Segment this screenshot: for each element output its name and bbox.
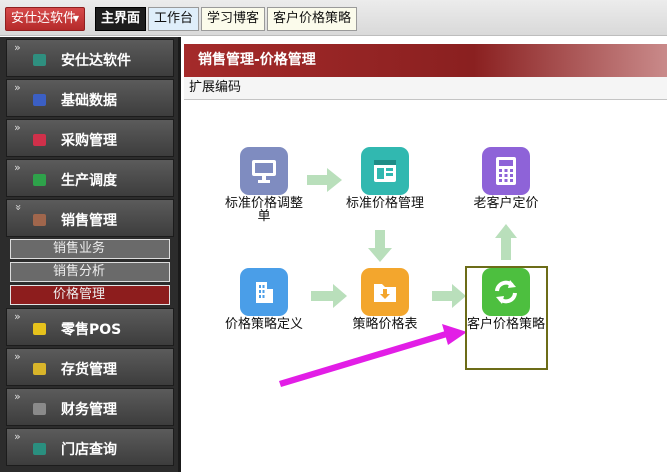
chevron-double-right-icon: » xyxy=(14,161,21,174)
calculator-icon xyxy=(482,147,530,195)
module-icon xyxy=(33,134,46,146)
main-content: 销售管理-价格管理 扩展编码 标准价格调整单 标准价格管理 老客户定价 价格策略… xyxy=(184,44,667,472)
sidebar-item-label: 基础数据 xyxy=(61,93,117,109)
tab-home[interactable]: 主界面 xyxy=(95,7,147,31)
sidebar-item-purchase[interactable]: » 采购管理 xyxy=(6,119,174,157)
submenu-item-sales-business[interactable]: 销售业务 xyxy=(10,239,170,259)
sidebar: » 安仕达软件 » 基础数据 » 采购管理 » 生产调度 » 销售管理 销售业务… xyxy=(0,37,181,472)
flow-canvas: 标准价格调整单 标准价格管理 老客户定价 价格策略定义 策略价格表 客户价格策略 xyxy=(184,100,667,472)
sidebar-item-label: 销售管理 xyxy=(61,213,117,229)
tab-customer-price-strategy[interactable]: 客户价格策略 xyxy=(267,7,358,31)
flow-node-label: 策略价格表 xyxy=(352,317,418,332)
module-icon xyxy=(33,174,46,186)
sidebar-item-retail-pos[interactable]: » 零售POS xyxy=(6,308,174,346)
sidebar-item-label: 生产调度 xyxy=(61,173,117,189)
module-icon xyxy=(33,403,46,415)
chevron-double-right-icon: » xyxy=(14,121,21,134)
chevron-double-down-icon: » xyxy=(11,204,25,211)
chevron-double-right-icon: » xyxy=(14,390,21,403)
sidebar-item-label: 安仕达软件 xyxy=(61,53,131,69)
flow-node-label: 标准价格调整单 xyxy=(224,196,303,224)
flow-node-strategy-price-table[interactable]: 策略价格表 xyxy=(345,268,425,331)
tab-bar: 主界面 工作台 学习博客 客户价格策略 xyxy=(95,7,359,32)
arrow-down-icon xyxy=(368,230,392,262)
flow-node-label: 标准价格管理 xyxy=(345,196,424,211)
sidebar-item-label: 零售POS xyxy=(61,322,122,338)
sidebar-item-finance[interactable]: » 财务管理 xyxy=(6,388,174,426)
module-icon xyxy=(33,323,46,335)
module-icon xyxy=(33,94,46,106)
flow-node-standard-price-adjustment[interactable]: 标准价格调整单 xyxy=(224,147,304,223)
sidebar-item-inventory[interactable]: » 存货管理 xyxy=(6,348,174,386)
arrow-right-icon xyxy=(432,284,466,308)
arrow-right-icon xyxy=(311,284,347,308)
chevron-double-right-icon: » xyxy=(14,81,21,94)
flow-node-label: 价格策略定义 xyxy=(224,317,303,332)
sidebar-item-production[interactable]: » 生产调度 xyxy=(6,159,174,197)
sidebar-item-store-query[interactable]: » 门店查询 xyxy=(6,428,174,466)
chevron-double-right-icon: » xyxy=(14,430,21,443)
submenu-item-price-management[interactable]: 价格管理 xyxy=(10,285,170,305)
flow-node-old-customer-pricing[interactable]: 老客户定价 xyxy=(466,147,546,210)
module-icon xyxy=(33,214,46,226)
tab-learning-blog[interactable]: 学习博客 xyxy=(201,7,266,31)
tab-workbench[interactable]: 工作台 xyxy=(148,7,200,31)
chevron-double-right-icon: » xyxy=(14,41,21,54)
app-menu-button[interactable]: 安仕达软件 ▼ xyxy=(5,7,85,31)
sales-submenu: 销售业务 销售分析 价格管理 xyxy=(10,239,170,305)
panel-title: 销售管理-价格管理 xyxy=(184,44,667,77)
window-grid-icon xyxy=(361,147,409,195)
arrow-right-icon xyxy=(307,168,342,192)
monitor-icon xyxy=(240,147,288,195)
submenu-item-sales-analysis[interactable]: 销售分析 xyxy=(10,262,170,282)
top-bar: 安仕达软件 ▼ 主界面 工作台 学习博客 客户价格策略 xyxy=(0,0,667,36)
toolbar: 扩展编码 xyxy=(184,77,667,100)
arrow-up-icon xyxy=(495,224,517,260)
sidebar-item-sales[interactable]: » 销售管理 xyxy=(6,199,174,237)
building-icon xyxy=(240,268,288,316)
app-menu-label: 安仕达软件 xyxy=(11,11,77,26)
sidebar-item-anshida[interactable]: » 安仕达软件 xyxy=(6,39,174,77)
flow-node-label: 老客户定价 xyxy=(473,196,539,211)
extended-code-button[interactable]: 扩展编码 xyxy=(189,80,241,95)
sidebar-item-basic-data[interactable]: » 基础数据 xyxy=(6,79,174,117)
sidebar-item-label: 财务管理 xyxy=(61,402,117,418)
sidebar-item-label: 采购管理 xyxy=(61,133,117,149)
chevron-double-right-icon: » xyxy=(14,310,21,323)
selection-highlight-frame xyxy=(465,266,548,370)
highlight-pointer-arrow xyxy=(279,324,467,387)
flow-node-standard-price-management[interactable]: 标准价格管理 xyxy=(345,147,425,210)
sidebar-item-label: 门店查询 xyxy=(61,442,117,458)
sidebar-item-label: 存货管理 xyxy=(61,362,117,378)
flow-node-price-strategy-definition[interactable]: 价格策略定义 xyxy=(224,268,304,331)
chevron-double-right-icon: » xyxy=(14,350,21,363)
caret-down-icon: ▼ xyxy=(72,14,79,23)
module-icon xyxy=(33,54,46,66)
module-icon xyxy=(33,363,46,375)
module-icon xyxy=(33,443,46,455)
folder-download-icon xyxy=(361,268,409,316)
